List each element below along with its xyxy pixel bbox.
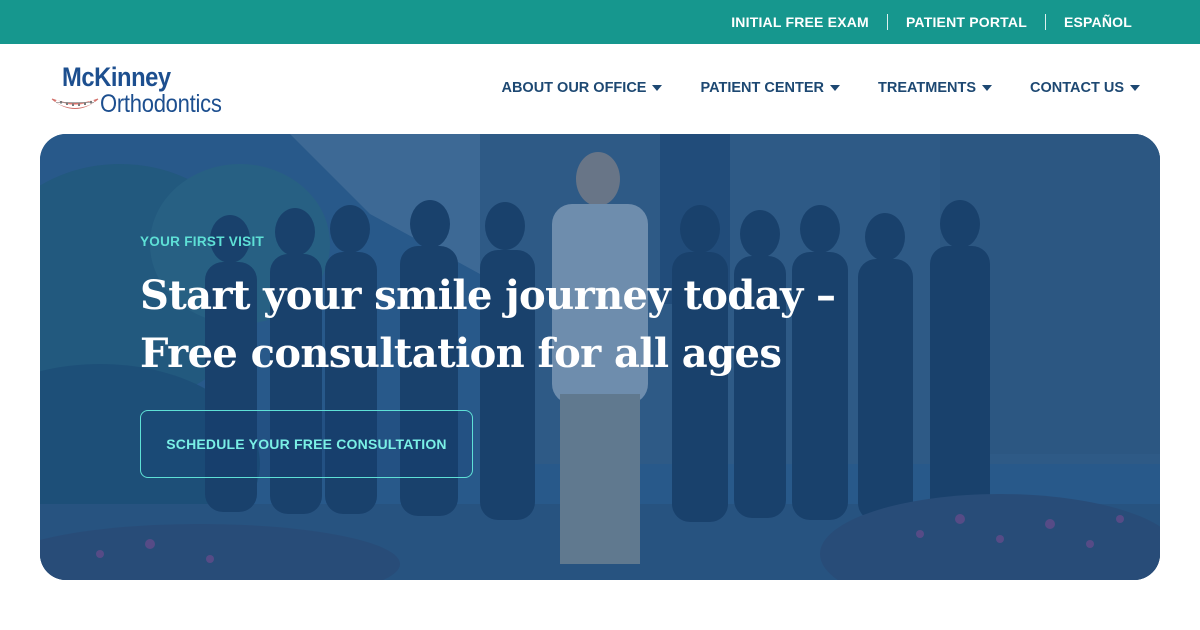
- utility-bar: INITIAL FREE EXAM PATIENT PORTAL ESPAÑOL: [0, 0, 1200, 44]
- nav-treatments[interactable]: TREATMENTS: [878, 80, 993, 96]
- hero-headline-line2: Free consultation for all ages: [140, 330, 782, 377]
- hero-content: YOUR FIRST VISIT Start your smile journe…: [140, 234, 1040, 478]
- caret-down-icon: [982, 85, 993, 91]
- nav-label: CONTACT US: [1030, 80, 1124, 96]
- nav-label: PATIENT CENTER: [700, 80, 824, 96]
- logo-text-mckinney: McKinney: [62, 62, 171, 92]
- schedule-consultation-button[interactable]: SCHEDULE YOUR FREE CONSULTATION: [140, 410, 473, 478]
- initial-free-exam-link[interactable]: INITIAL FREE EXAM: [713, 14, 887, 30]
- hero-headline-line1: Start your smile journey today –: [140, 272, 836, 319]
- main-nav: ABOUT OUR OFFICE PATIENT CENTER TREATMEN…: [501, 80, 1140, 96]
- caret-down-icon: [652, 85, 663, 91]
- nav-about-our-office[interactable]: ABOUT OUR OFFICE: [501, 80, 663, 96]
- caret-down-icon: [1130, 85, 1140, 91]
- patient-portal-link[interactable]: PATIENT PORTAL: [886, 14, 1045, 30]
- hero-eyebrow: YOUR FIRST VISIT: [140, 234, 265, 249]
- nav-contact-us[interactable]: CONTACT US: [1030, 80, 1140, 96]
- espanol-link[interactable]: ESPAÑOL: [1044, 14, 1150, 30]
- caret-down-icon: [830, 85, 840, 91]
- nav-label: TREATMENTS: [878, 80, 977, 96]
- nav-patient-center[interactable]: PATIENT CENTER: [700, 80, 840, 96]
- site-logo[interactable]: McKinney Orthodontics: [50, 62, 240, 122]
- hero-banner: YOUR FIRST VISIT Start your smile journe…: [40, 134, 1160, 580]
- nav-label: ABOUT OUR OFFICE: [501, 80, 647, 96]
- hero-headline: Start your smile journey today – Free co…: [140, 267, 1040, 383]
- smile-braces-icon: [51, 98, 99, 109]
- logo-text-orthodontics: Orthodontics: [100, 90, 222, 118]
- site-header: McKinney Orthodontics ABOUT OUR OFFICE P…: [0, 44, 1200, 134]
